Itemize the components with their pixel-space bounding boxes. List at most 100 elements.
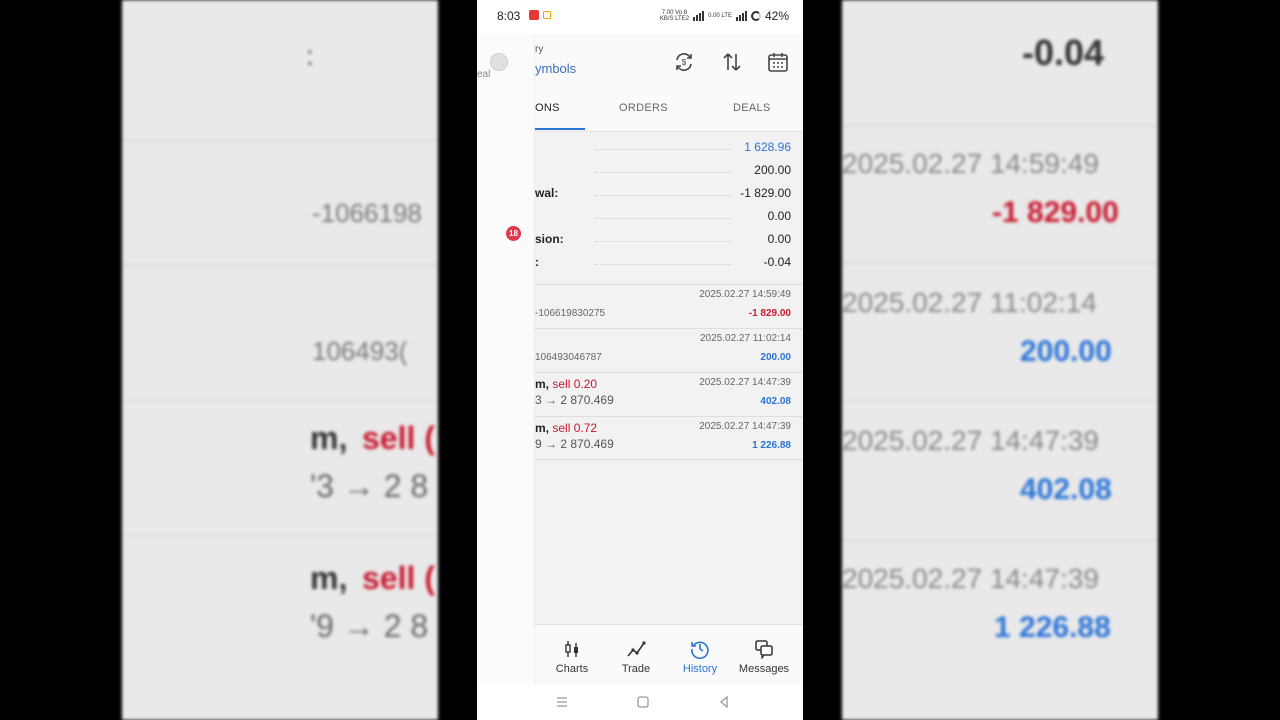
summary-value: 0.00 [767, 232, 791, 246]
deal-id: -106619830275 [535, 308, 606, 319]
system-navigation-bar [477, 684, 803, 720]
blurred-background-right: -0.04 2025.02.27 14:59:49 -1 829.00 2025… [842, 0, 1158, 720]
bottom-navigation: Charts Trade History Messages [535, 624, 803, 684]
deal-time: 2025.02.27 11:02:14 [699, 333, 791, 344]
bg-time-3: 2025.02.27 14:47:39 [842, 425, 1099, 456]
trend-line-icon [627, 641, 646, 657]
nav-trade[interactable]: Trade [604, 625, 668, 685]
deal-row[interactable]: -106619830275 2025.02.27 14:59:49 -1 829… [535, 284, 803, 328]
bg-amount-2: 200.00 [1020, 335, 1112, 368]
summary-value: 0.00 [767, 209, 791, 223]
app-header: ry ymbols $ [535, 34, 803, 90]
bg-symbol-2: m, [310, 560, 348, 596]
status-bar: 8:03 7.00 Vo 8 KB/S LTE2 0.00 LTE 42% [477, 0, 803, 34]
account-avatar[interactable] [490, 53, 508, 71]
nav-charts-label: Charts [555, 663, 589, 675]
history-clock-icon [691, 641, 709, 659]
sync-icon[interactable]: $ [672, 50, 696, 74]
deal-amount: 200.00 [760, 352, 791, 363]
summary-label: sion: [535, 232, 564, 246]
summary-row: wal: -1 829.00 [535, 183, 803, 206]
status-right: 7.00 Vo 8 KB/S LTE2 0.00 LTE 42% [660, 9, 789, 23]
summary-value: -0.04 [763, 255, 791, 269]
summary-value: 1 628.96 [744, 140, 791, 154]
notification-app-icon [529, 10, 539, 20]
summary-dotted-leader [595, 149, 731, 150]
tab-positions[interactable]: ONS [535, 102, 560, 114]
summary-value: 200.00 [754, 163, 791, 177]
bg-value-0: -0.04 [1022, 32, 1105, 73]
network-speed: 7.00 Vo 8 KB/S LTE2 [659, 10, 690, 22]
active-tab-indicator [535, 128, 585, 130]
history-tabs: ONS ORDERS DEALS [535, 90, 803, 132]
nav-charts[interactable]: Charts [540, 625, 604, 685]
summary-row: 1 628.96 [535, 137, 803, 160]
battery-ring-icon [750, 11, 761, 21]
summary-row: : -0.04 [535, 252, 803, 275]
summary-value: -1 829.00 [740, 186, 791, 200]
bg-colon: : [306, 40, 314, 71]
phone-screen: 8:03 7.00 Vo 8 KB/S LTE2 0.00 LTE 42% ry… [477, 0, 803, 720]
summary-row: 200.00 [535, 160, 803, 183]
home-button-icon[interactable] [635, 694, 651, 710]
deal-row[interactable]: m, sell 0.20 3 → 2 870.469 2025.02.27 14… [535, 372, 803, 416]
summary-dotted-leader [595, 172, 731, 173]
bg-time-1: 2025.02.27 14:59:49 [842, 148, 1099, 179]
summary-label: : [535, 255, 539, 269]
navigation-drawer[interactable]: eal 18 [477, 34, 535, 684]
recent-apps-icon[interactable] [554, 694, 570, 710]
bg-amount-1: -1 829.00 [992, 196, 1119, 229]
candlestick-icon [565, 641, 578, 657]
deal-amount: -1 829.00 [748, 308, 791, 319]
bg-price-1: '3 → 2 8 [310, 468, 429, 504]
bg-price-2: '9 → 2 8 [310, 608, 429, 644]
bg-symbol-1: m, [310, 420, 348, 456]
bg-amount-3: 402.08 [1020, 473, 1112, 506]
svg-text:$: $ [682, 58, 687, 67]
bg-time-2: 2025.02.27 11:02:14 [842, 287, 1097, 318]
notification-badge: 18 [506, 226, 521, 241]
messages-icon [755, 640, 773, 659]
lte-label: 0.00 LTE [708, 13, 732, 19]
summary-dotted-leader [595, 264, 731, 265]
sort-icon[interactable] [720, 50, 744, 74]
deal-id: 106493046787 [535, 352, 602, 363]
bg-amount-4: 1 226.88 [994, 611, 1111, 644]
notification-fx-icon [543, 11, 551, 19]
summary-row: sion: 0.00 [535, 229, 803, 252]
deal-price-line: 3 → 2 870.469 [535, 393, 614, 407]
deal-time: 2025.02.27 14:47:39 [699, 377, 791, 388]
summary-dotted-leader [595, 241, 731, 242]
tab-orders[interactable]: ORDERS [619, 102, 668, 114]
deal-time: 2025.02.27 14:59:49 [699, 289, 791, 300]
nav-messages[interactable]: Messages [732, 625, 796, 685]
header-subtitle-symbols[interactable]: ymbols [535, 61, 576, 76]
signal-bars-icon [693, 11, 705, 21]
deal-symbol-line: m, sell 0.20 [535, 377, 598, 391]
signal-bars-icon-2 [735, 11, 747, 21]
deal-amount: 402.08 [760, 396, 791, 407]
calendar-icon[interactable] [766, 50, 790, 74]
back-button-icon[interactable] [716, 694, 732, 710]
history-screen: ry ymbols $ ONS ORDERS DEALS 1 628.96 20… [535, 34, 803, 684]
screen: : -1066198 106493( m, sell ( '3 → 2 8 m,… [0, 0, 1280, 720]
summary-dotted-leader [595, 218, 731, 219]
summary-dotted-leader [595, 195, 731, 196]
bg-time-4: 2025.02.27 14:47:39 [842, 563, 1099, 594]
battery-percent: 42% [764, 9, 789, 23]
deal-row[interactable]: m, sell 0.72 9 → 2 870.469 2025.02.27 14… [535, 416, 803, 460]
status-time: 8:03 [497, 9, 521, 23]
bg-deal-id-2: 106493( [312, 336, 408, 366]
summary-row: 0.00 [535, 206, 803, 229]
tab-deals[interactable]: DEALS [733, 102, 771, 114]
nav-messages-label: Messages [738, 663, 790, 675]
deal-amount: 1 226.88 [752, 440, 791, 451]
bg-side-2: sell ( [362, 560, 435, 596]
summary-label: wal: [535, 186, 559, 200]
nav-trade-label: Trade [621, 663, 651, 675]
nav-history[interactable]: History [668, 625, 732, 685]
header-title: ry [535, 44, 544, 55]
nav-history-label: History [682, 663, 718, 675]
deal-row[interactable]: 106493046787 2025.02.27 11:02:14 200.00 [535, 328, 803, 372]
deal-symbol-line: m, sell 0.72 [535, 421, 598, 435]
